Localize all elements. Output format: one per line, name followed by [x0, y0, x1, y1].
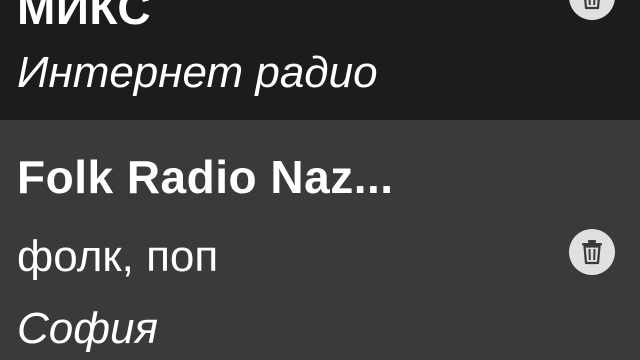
station-row[interactable]: МИКС Интернет радио [0, 0, 640, 120]
station-list: МИКС Интернет радио Folk Radio Naz... фо… [0, 0, 640, 360]
station-title: МИКС [17, 0, 152, 34]
trash-icon [580, 0, 604, 10]
delete-button[interactable] [569, 0, 615, 20]
station-row-selected[interactable]: Folk Radio Naz... фолк, поп София [0, 120, 640, 360]
station-subtitle: Интернет радио [17, 48, 378, 97]
trash-icon [580, 239, 604, 265]
station-title: Folk Radio Naz... [17, 151, 394, 203]
delete-button[interactable] [569, 229, 615, 275]
station-subtitle: София [17, 304, 158, 353]
station-genre: фолк, поп [17, 232, 219, 281]
